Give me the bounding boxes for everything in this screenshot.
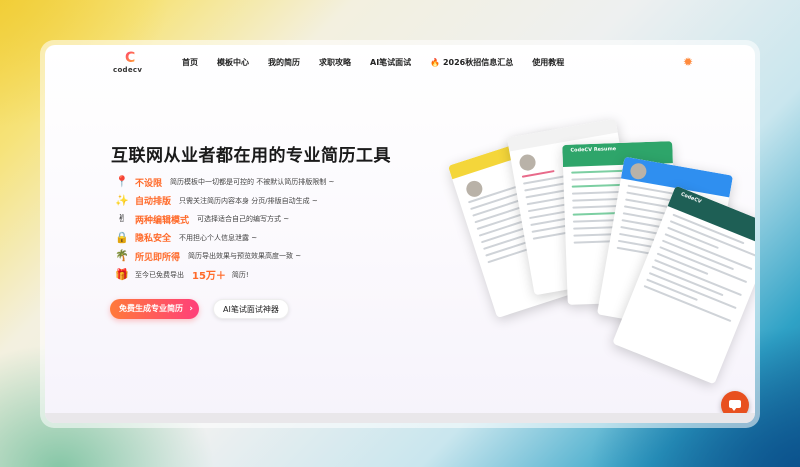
- feature-item: ✌ 两种编辑模式 可选择适合自己的编写方式 ~: [115, 210, 334, 229]
- feature-name: 不设限: [135, 178, 163, 189]
- feature-name: 自动排版: [135, 197, 172, 208]
- resume-cards-illustration: CodeCV Resume CodeCV: [447, 105, 755, 385]
- feature-item: 🔒 隐私安全 不用担心个人信息泄露 ~: [115, 229, 334, 248]
- feature-desc: 不用担心个人信息泄露 ~: [179, 233, 258, 242]
- nav-item-job-guide[interactable]: 求职攻略: [319, 58, 351, 68]
- palm-tree-icon: 🌴: [115, 249, 129, 263]
- feature-name: 隐私安全: [135, 234, 172, 245]
- feature-name: 两种编辑模式: [135, 215, 190, 226]
- fire-icon: 🔥: [430, 58, 441, 67]
- feature-item: ✨ 自动排版 只需关注简历内容本身 分页/排版自动生成 ~: [115, 192, 334, 211]
- feature-name: 所见即所得: [135, 252, 181, 263]
- page-panel: C codecv 首页 模板中心 我的简历 求职攻略 AI笔试面试 🔥 2026…: [45, 45, 755, 423]
- ai-interview-button[interactable]: AI笔试面试神器: [213, 299, 289, 319]
- export-count-row: 🎁 至今已免费导出 15万＋ 简历!: [115, 266, 334, 285]
- create-resume-button[interactable]: 免费生成专业简历 ›: [110, 299, 199, 319]
- chevron-right-icon: ›: [189, 304, 193, 314]
- card-title: CodeCV Resume: [570, 146, 617, 154]
- feature-desc: 简历模板中一切都是可控的 不被默认简历排版限制 ~: [170, 178, 335, 187]
- export-prefix: 至今已免费导出: [135, 270, 184, 279]
- hero-title: 互联网从业者都在用的专业简历工具: [111, 146, 391, 166]
- avatar: [518, 153, 537, 172]
- export-count: 15万＋: [192, 271, 226, 283]
- chat-bubble-icon[interactable]: [721, 391, 749, 419]
- feature-desc: 可选择适合自己的编写方式 ~: [197, 215, 290, 224]
- browser-frame: C codecv 首页 模板中心 我的简历 求职攻略 AI笔试面试 🔥 2026…: [40, 40, 760, 428]
- logo-mark: C: [125, 50, 136, 66]
- export-suffix: 简历!: [231, 270, 249, 279]
- nav-item-templates[interactable]: 模板中心: [217, 58, 249, 68]
- logo[interactable]: C codecv: [111, 51, 151, 77]
- sun-icon[interactable]: ✹: [681, 55, 695, 69]
- nav-items: 首页 模板中心 我的简历 求职攻略 AI笔试面试 🔥 2026秋招信息汇总 使用…: [182, 58, 583, 68]
- nav-item-campus-recruit-label: 2026秋招信息汇总: [442, 58, 514, 67]
- logo-text: codecv: [113, 66, 143, 74]
- top-nav: C codecv 首页 模板中心 我的简历 求职攻略 AI笔试面试 🔥 2026…: [45, 45, 755, 79]
- feature-item: 📍 不设限 简历模板中一切都是可控的 不被默认简历排版限制 ~: [115, 173, 334, 192]
- sparkles-icon: ✨: [115, 193, 129, 207]
- nav-item-tutorial[interactable]: 使用教程: [532, 58, 564, 68]
- nav-item-my-resumes[interactable]: 我的简历: [268, 58, 300, 68]
- feature-item: 🌴 所见即所得 简历导出效果与预览效果高度一致 ~: [115, 247, 334, 266]
- gift-icon: 🎁: [115, 267, 129, 281]
- feature-list: 📍 不设限 简历模板中一切都是可控的 不被默认简历排版限制 ~ ✨ 自动排版 只…: [115, 173, 334, 284]
- peace-hand-icon: ✌: [117, 212, 127, 226]
- create-resume-label: 免费生成专业简历: [119, 304, 183, 313]
- lock-icon: 🔒: [115, 230, 129, 244]
- pin-icon: 📍: [115, 175, 129, 189]
- feature-desc: 简历导出效果与预览效果高度一致 ~: [188, 252, 302, 261]
- nav-item-home[interactable]: 首页: [182, 58, 198, 68]
- nav-item-campus-recruit[interactable]: 🔥 2026秋招信息汇总: [430, 58, 513, 68]
- feature-desc: 只需关注简历内容本身 分页/排版自动生成 ~: [179, 196, 318, 205]
- nav-item-ai-interview[interactable]: AI笔试面试: [370, 58, 411, 68]
